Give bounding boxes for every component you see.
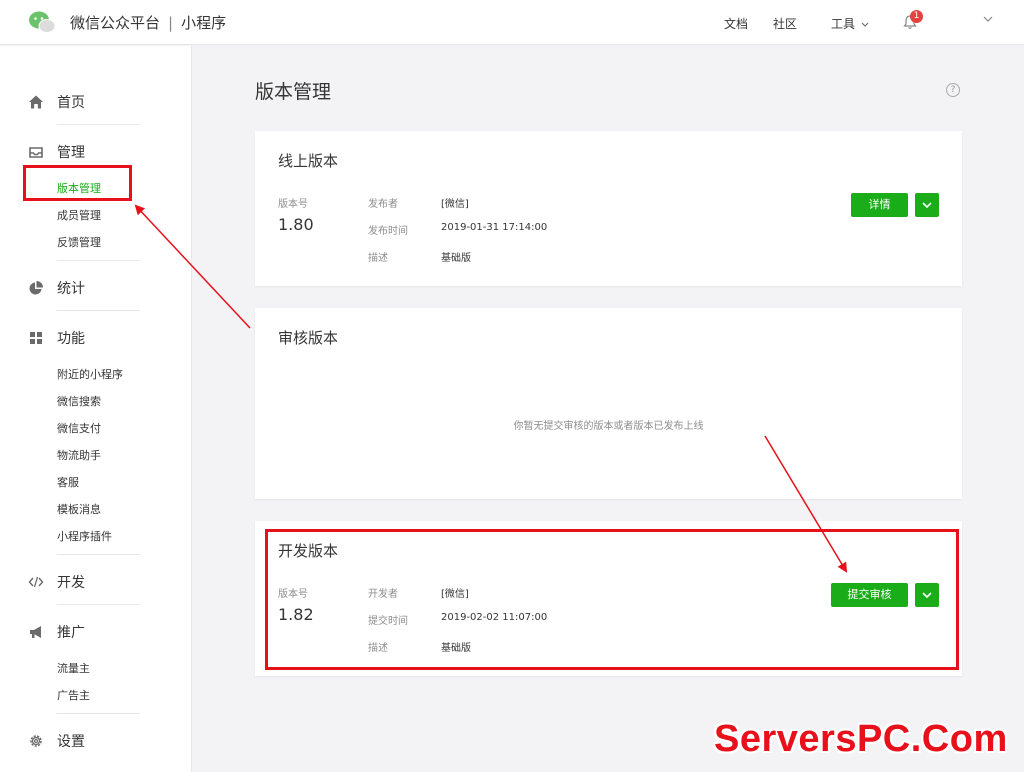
sidebar-item-label: 统计 xyxy=(57,281,85,297)
watermark-text: ServersPC.Com xyxy=(714,718,1008,760)
top-header: 微信公众平台 | 小程序 文档 社区 工具 1 xyxy=(0,0,1024,45)
version-label: 版本号 xyxy=(278,199,308,210)
notification-badge: 1 xyxy=(910,10,923,23)
code-icon xyxy=(28,576,44,588)
brand-separator: | xyxy=(168,14,174,32)
sidebar-item-customer-service[interactable]: 客服 xyxy=(57,474,79,490)
card-title: 审核版本 xyxy=(278,329,339,347)
sidebar-item-template-message[interactable]: 模板消息 xyxy=(57,501,101,517)
version-number: 1.80 xyxy=(278,215,314,234)
home-icon xyxy=(29,95,43,109)
publisher-value: [微信] xyxy=(441,199,469,210)
desc-value: 基础版 xyxy=(441,643,471,654)
sidebar-item-label: 推广 xyxy=(57,625,85,641)
wechat-logo-icon[interactable] xyxy=(28,10,56,34)
online-more-dropdown[interactable] xyxy=(915,193,939,217)
product-name: 小程序 xyxy=(181,14,227,32)
sidebar-item-advertiser[interactable]: 广告主 xyxy=(57,687,90,703)
version-number: 1.82 xyxy=(278,605,314,624)
chevron-down-icon xyxy=(861,22,869,27)
card-title: 开发版本 xyxy=(278,542,339,560)
sidebar-item-settings[interactable]: 设置 xyxy=(28,731,85,751)
sidebar-item-label: 首页 xyxy=(57,95,85,111)
sidebar-item-member-manage[interactable]: 成员管理 xyxy=(57,207,101,223)
grid-icon xyxy=(30,332,42,344)
publisher-label: 发布者 xyxy=(368,199,398,210)
sidebar-item-wechat-search[interactable]: 微信搜索 xyxy=(57,393,101,409)
page-title: 版本管理 xyxy=(255,81,332,103)
chevron-down-icon xyxy=(922,592,932,598)
sidebar-divider xyxy=(57,713,140,714)
sidebar-item-label: 管理 xyxy=(57,145,85,161)
sidebar-item-logistics[interactable]: 物流助手 xyxy=(57,447,101,463)
empty-message: 你暂无提交审核的版本或者版本已发布上线 xyxy=(513,421,704,432)
pie-chart-icon xyxy=(29,281,43,295)
sidebar-divider xyxy=(57,554,140,555)
online-version-card: 线上版本 版本号 1.80 发布者 [微信] 发布时间 2019-01-31 1… xyxy=(255,131,962,286)
card-title: 线上版本 xyxy=(278,152,339,170)
submit-time-label: 提交时间 xyxy=(368,616,408,627)
review-version-card: 审核版本 你暂无提交审核的版本或者版本已发布上线 xyxy=(255,308,962,499)
desc-label: 描述 xyxy=(368,643,388,654)
sidebar-group-manage[interactable]: 管理 xyxy=(28,142,85,162)
sidebar-item-plugins[interactable]: 小程序插件 xyxy=(57,528,112,544)
sidebar-item-traffic-owner[interactable]: 流量主 xyxy=(57,660,90,676)
dev-more-dropdown[interactable] xyxy=(915,583,939,607)
version-label: 版本号 xyxy=(278,589,308,600)
sidebar: 首页 管理 版本管理 成员管理 反馈管理 统计 功能 附近的小程序 微信搜索 微… xyxy=(0,46,192,772)
help-icon[interactable]: ? xyxy=(946,83,960,97)
sidebar-divider xyxy=(57,604,140,605)
nav-tools-label: 工具 xyxy=(831,17,856,31)
developer-value: [微信] xyxy=(441,589,469,600)
submit-review-button[interactable]: 提交审核 xyxy=(831,583,908,607)
gear-icon xyxy=(30,735,42,747)
details-button[interactable]: 详情 xyxy=(851,193,908,217)
brand-name: 微信公众平台 xyxy=(70,14,161,32)
nav-tools[interactable]: 工具 xyxy=(831,15,869,32)
publish-time-value: 2019-01-31 17:14:00 xyxy=(441,222,548,233)
brand-title[interactable]: 微信公众平台 | 小程序 xyxy=(70,12,226,33)
sidebar-divider xyxy=(57,260,140,261)
inbox-icon xyxy=(29,147,43,158)
sidebar-divider xyxy=(57,310,140,311)
sidebar-item-stats[interactable]: 统计 xyxy=(28,278,85,298)
publish-time-label: 发布时间 xyxy=(368,226,408,237)
sidebar-item-label: 开发 xyxy=(57,575,85,591)
sidebar-item-label: 功能 xyxy=(57,331,85,347)
sidebar-divider xyxy=(57,124,140,125)
nav-docs[interactable]: 文档 xyxy=(724,15,748,32)
chevron-down-icon xyxy=(922,202,932,208)
sidebar-item-dev[interactable]: 开发 xyxy=(28,572,85,592)
sidebar-item-home[interactable]: 首页 xyxy=(28,92,85,112)
sidebar-item-wechat-pay[interactable]: 微信支付 xyxy=(57,420,101,436)
sidebar-item-version-manage[interactable]: 版本管理 xyxy=(57,180,101,196)
sidebar-item-nearby-miniprogram[interactable]: 附近的小程序 xyxy=(57,366,123,382)
nav-community[interactable]: 社区 xyxy=(773,15,797,32)
dev-version-card: 开发版本 版本号 1.82 开发者 [微信] 提交时间 2019-02-02 1… xyxy=(255,521,962,676)
user-menu-chevron-icon[interactable] xyxy=(983,16,993,23)
sidebar-group-features[interactable]: 功能 xyxy=(28,328,85,348)
desc-value: 基础版 xyxy=(441,253,471,264)
sidebar-item-label: 设置 xyxy=(57,734,85,750)
sidebar-group-promote[interactable]: 推广 xyxy=(28,622,85,642)
megaphone-icon xyxy=(30,626,41,638)
developer-label: 开发者 xyxy=(368,589,398,600)
submit-time-value: 2019-02-02 11:07:00 xyxy=(441,612,548,623)
desc-label: 描述 xyxy=(368,253,388,264)
sidebar-item-feedback-manage[interactable]: 反馈管理 xyxy=(57,234,101,250)
